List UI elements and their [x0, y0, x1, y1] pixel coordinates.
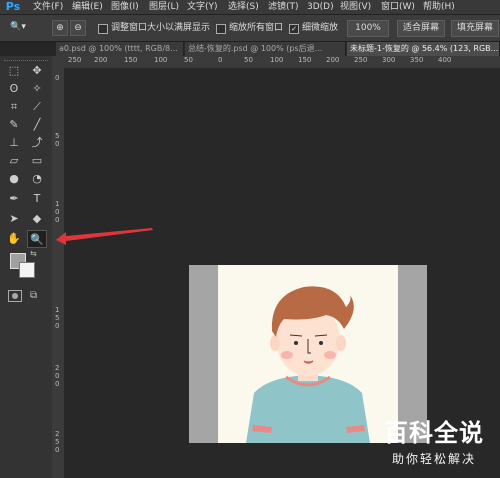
ruler-tick-label: 5 [55, 132, 60, 140]
magic-wand-tool-icon[interactable]: ✧ [27, 80, 47, 98]
ruler-tick-label: 0 [55, 380, 60, 388]
ruler-tick-label: 50 [244, 56, 253, 64]
shape-tool-icon[interactable]: ◆ [27, 210, 47, 228]
ruler-tick-label: 300 [382, 56, 396, 64]
ruler-tick-label: 0 [55, 74, 60, 82]
ruler-tick-label: 5 [55, 314, 60, 322]
zoom-all-windows-checkbox[interactable] [216, 24, 226, 34]
ruler-tick-label: 200 [94, 56, 108, 64]
ruler-tick-label: 50 [184, 56, 193, 64]
gradient-tool-icon[interactable]: ▭ [27, 152, 47, 170]
move-tool-icon[interactable]: ✥ [27, 62, 47, 80]
ruler-tick-label: 250 [68, 56, 82, 64]
type-tool-icon[interactable]: T [27, 190, 47, 208]
lasso-tool-icon[interactable]: ʘ [4, 80, 24, 98]
boy-illustration [218, 265, 398, 443]
zoom-all-windows-label: 缩放所有窗口 [229, 23, 284, 33]
menu-view[interactable]: 视图(V) [340, 0, 371, 14]
menu-bar: Ps 文件(F) 编辑(E) 图像(I) 图层(L) 文字(Y) 选择(S) 滤… [0, 0, 500, 15]
ruler-tick-label: 100 [154, 56, 168, 64]
menu-help[interactable]: 帮助(H) [423, 0, 455, 14]
clone-stamp-tool-icon[interactable]: ⊥ [4, 134, 24, 152]
ruler-tick-label: 150 [124, 56, 138, 64]
tab-a0[interactable]: a0.psd @ 100% (tttt, RGB/8... [56, 42, 184, 56]
path-selection-tool-icon[interactable]: ➤ [4, 210, 24, 228]
menu-layer[interactable]: 图层(L) [149, 0, 179, 14]
marquee-tool-icon[interactable]: ⬚ [4, 62, 24, 80]
menu-select[interactable]: 选择(S) [228, 0, 259, 14]
watermark-title: 百科全说 [384, 419, 484, 447]
tab-label: 总结-恢复的.psd @ 100% (ps后退... [188, 44, 323, 53]
right-cheek [324, 351, 336, 359]
history-brush-tool-icon[interactable]: ⤴ [27, 134, 47, 152]
tab-summary-recovered[interactable]: 总结-恢复的.psd @ 100% (ps后退... [185, 42, 346, 56]
zoom-100-button[interactable]: 100% [347, 20, 389, 37]
tab-label: a0.psd @ 100% (tttt, RGB/8... [59, 44, 178, 53]
screen-mode-icon[interactable]: ⧉ [30, 290, 46, 302]
right-eye [319, 341, 323, 345]
pen-tool-icon[interactable]: ✒ [4, 190, 24, 208]
background-color-swatch[interactable] [19, 262, 35, 278]
quick-mask-icon[interactable] [8, 290, 22, 302]
menu-window[interactable]: 窗口(W) [381, 0, 415, 14]
ruler-tick-label: 400 [438, 56, 452, 64]
menu-edit[interactable]: 编辑(E) [72, 0, 103, 14]
ruler-tick-label: 2 [55, 430, 60, 438]
left-cheek [281, 351, 293, 359]
ruler-tick-label: 2 [55, 364, 60, 372]
photoshop-logo: Ps [5, 0, 21, 13]
ruler-tick-label: 350 [410, 56, 424, 64]
watermark-subtitle: 助你轻松解决 [391, 452, 476, 466]
ruler-tick-label: 250 [354, 56, 368, 64]
brush-tool-icon[interactable]: ╱ [27, 116, 47, 134]
zoom-in-icon[interactable]: ⊕ [52, 20, 68, 36]
ruler-tick-label: 150 [298, 56, 312, 64]
zoom-tool-icon[interactable]: 🔍 [27, 230, 47, 248]
left-ear [270, 335, 280, 351]
scrubby-zoom-checkbox[interactable]: ✓ [289, 24, 299, 34]
ruler-tick-label: 0 [218, 56, 223, 64]
menu-file[interactable]: 文件(F) [33, 0, 63, 14]
menu-type[interactable]: 文字(Y) [187, 0, 218, 14]
ruler-tick-label: 0 [55, 372, 60, 380]
ruler-tick-label: 1 [55, 200, 60, 208]
ruler-tick-label: 1 [55, 306, 60, 314]
fill-screen-button[interactable]: 填充屏幕 [451, 20, 499, 37]
annotation-arrow [56, 228, 153, 245]
crop-tool-icon[interactable]: ⌗ [4, 98, 24, 116]
zoom-out-icon[interactable]: ⊖ [70, 20, 86, 36]
scrubby-zoom-label: 细微缩放 [302, 23, 339, 33]
ruler-tick-label: 100 [270, 56, 284, 64]
red-arrow-shape [56, 228, 153, 245]
dodge-tool-icon[interactable]: ◔ [27, 170, 47, 188]
left-eye [294, 341, 298, 345]
fit-screen-button[interactable]: 适合屏幕 [397, 20, 445, 37]
ruler-tick-label: 0 [55, 446, 60, 454]
ruler-tick-label: 0 [55, 208, 60, 216]
zoom-tool-preset-icon[interactable]: 🔍▾ [6, 20, 30, 34]
resize-windows-label: 调整窗口大小以满屏显示 [111, 23, 211, 33]
ruler-tick-label: 0 [55, 322, 60, 330]
options-bar: 🔍▾ ⊕ ⊖ 调整窗口大小以满屏显示 缩放所有窗口 ✓ 细微缩放 100% 适合… [0, 15, 500, 42]
swap-colors-icon[interactable]: ⇆ [30, 250, 38, 258]
mouth [303, 360, 314, 364]
menu-3d[interactable]: 3D(D) [307, 0, 334, 14]
eyedropper-tool-icon[interactable]: ⟋ [27, 98, 47, 116]
boy-illustration-svg [246, 286, 370, 443]
resize-windows-checkbox[interactable] [98, 24, 108, 34]
healing-brush-tool-icon[interactable]: ✎ [4, 116, 24, 134]
ruler-tick-label: 5 [55, 438, 60, 446]
hand-tool-icon[interactable]: ✋ [4, 230, 24, 248]
menu-image[interactable]: 图像(I) [111, 0, 139, 14]
ruler-tick-label: 200 [326, 56, 340, 64]
eraser-tool-icon[interactable]: ▱ [4, 152, 24, 170]
right-ear [336, 335, 346, 351]
tab-untitled-recovered[interactable]: 未标题-1-恢复的 @ 56.4% (123, RGB... [347, 42, 500, 56]
menu-filter[interactable]: 滤镜(T) [268, 0, 299, 14]
blur-tool-icon[interactable]: ● [4, 170, 24, 188]
document-tabs: a0.psd @ 100% (tttt, RGB/8... 总结-恢复的.psd… [56, 42, 500, 56]
ruler-tick-label: 0 [55, 140, 60, 148]
tab-label: 未标题-1-恢复的 @ 56.4% (123, RGB... [350, 44, 499, 53]
